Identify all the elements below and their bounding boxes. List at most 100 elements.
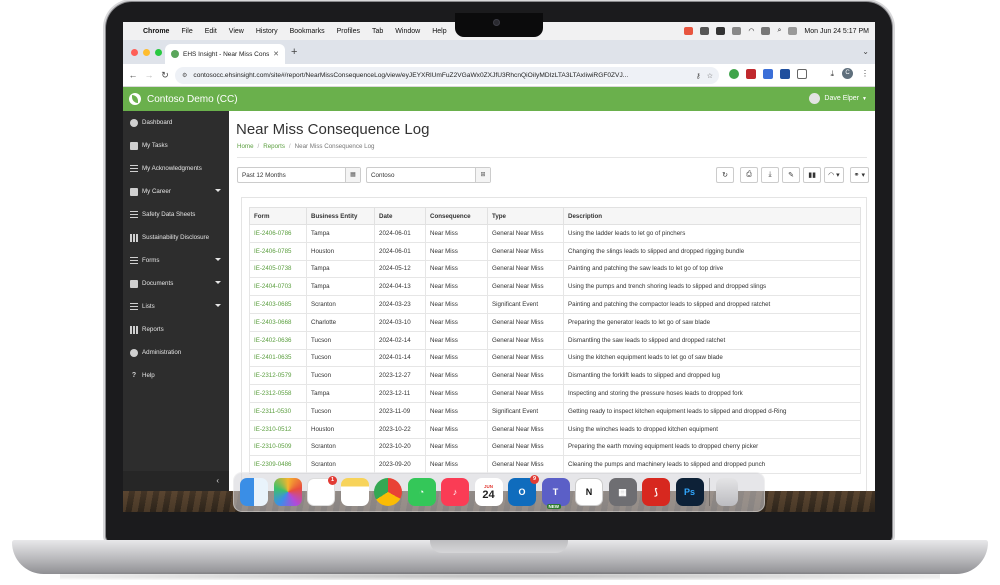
cell-form-link[interactable]: IE-2403-0668 <box>249 312 307 332</box>
business-entity-filter[interactable]: Contoso ⊞ <box>366 167 491 183</box>
reload-icon[interactable]: ↻ <box>159 70 171 81</box>
new-tab-icon[interactable]: + <box>291 46 297 58</box>
status-app-icon[interactable] <box>684 27 694 35</box>
table-row[interactable]: IE-2311-0530 Tucson 2023-11-09 Near Miss Sig… <box>249 401 861 421</box>
sidebar-item-reports[interactable]: Reports <box>123 318 229 341</box>
refresh-button[interactable]: ↻ <box>716 167 735 183</box>
table-row[interactable]: IE-2312-0558 Tampa 2023-12-11 Near Miss Gene… <box>249 384 861 403</box>
zoom-window-icon[interactable] <box>155 49 162 56</box>
print-button[interactable]: ⎙ <box>740 167 759 183</box>
status-app-icon[interactable] <box>732 27 742 35</box>
menu-profiles[interactable]: Profiles <box>337 28 360 35</box>
menu-tab[interactable]: Tab <box>372 28 383 35</box>
status-app-icon[interactable] <box>700 27 710 35</box>
sidebar-item-documents[interactable]: Documents <box>123 272 229 295</box>
minimize-window-icon[interactable] <box>143 49 150 56</box>
password-key-icon[interactable]: ⚷ <box>696 72 701 80</box>
close-tab-icon[interactable]: ✕ <box>273 50 279 58</box>
menu-history[interactable]: History <box>256 28 278 35</box>
table-row[interactable]: IE-2403-0685 Scranton 2024-03-23 Near Miss S… <box>249 295 861 314</box>
table-row[interactable]: IE-2406-0785 Houston 2024-06-01 Near Miss Ge… <box>249 241 861 261</box>
column-header-description[interactable]: Description <box>563 207 861 225</box>
music-icon[interactable]: ♪ <box>441 478 469 506</box>
brand-name[interactable]: Contoso Demo (CC) <box>147 94 238 105</box>
calendar-icon[interactable]: JUN 24 <box>474 478 503 506</box>
menubar-clock[interactable]: Mon Jun 24 5:17 PM <box>804 28 869 35</box>
bookmark-star-icon[interactable]: ☆ <box>707 72 713 80</box>
chrome-icon[interactable] <box>374 478 402 506</box>
table-row[interactable]: IE-2401-0635 Tucson 2024-01-14 Near Miss Gen… <box>249 348 861 368</box>
link-button[interactable]: ⚭ ▾ <box>849 167 869 183</box>
cell-form-link[interactable]: IE-2310-0512 <box>249 419 307 439</box>
cell-form-link[interactable]: IE-2312-0558 <box>249 384 307 403</box>
cell-form-link[interactable]: IE-2312-0579 <box>249 366 307 386</box>
table-row[interactable]: IE-2406-0786 Tampa 2024-06-01 Near Miss Gene… <box>249 224 861 243</box>
sidebar-item-sustainability-disclosure[interactable]: Sustainability Disclosure <box>123 226 229 249</box>
menu-app-name[interactable]: Chrome <box>143 28 169 35</box>
table-row[interactable]: IE-2403-0668 Charlotte 2024-03-10 Near Miss… <box>249 312 861 332</box>
menu-file[interactable]: File <box>181 28 192 35</box>
forward-icon[interactable]: → <box>143 70 155 80</box>
breadcrumb-home[interactable]: Home <box>237 143 254 150</box>
tab-search-icon[interactable]: ⌄ <box>862 47 869 56</box>
cell-form-link[interactable]: IE-2405-0738 <box>249 259 307 279</box>
date-range-filter[interactable]: Past 12 Months ▦ <box>237 167 361 183</box>
calendar-icon[interactable]: ▦ <box>345 168 360 182</box>
extension-icon[interactable] <box>780 69 790 79</box>
cell-form-link[interactable]: IE-2406-0785 <box>249 241 307 261</box>
column-header-date[interactable]: Date <box>374 207 426 225</box>
column-header-form[interactable]: Form <box>249 207 307 225</box>
table-row[interactable]: IE-2405-0738 Tampa 2024-05-12 Near Miss Gene… <box>249 259 861 279</box>
cell-form-link[interactable]: IE-2310-0509 <box>249 437 307 457</box>
sidebar-item-forms[interactable]: Forms <box>123 249 229 272</box>
extension-icon[interactable] <box>729 69 739 79</box>
cell-form-link[interactable]: IE-2311-0530 <box>249 401 307 421</box>
export-button[interactable]: ⤓ <box>761 167 780 183</box>
chart-button[interactable]: ▮▮ <box>803 167 822 183</box>
notion-icon[interactable]: N <box>575 478 603 506</box>
cell-form-link[interactable]: IE-2406-0786 <box>249 224 307 243</box>
site-info-icon[interactable]: ⚙ <box>182 72 187 79</box>
notes-icon[interactable] <box>340 478 369 506</box>
hierarchy-icon[interactable]: ⊞ <box>475 168 490 182</box>
search-icon[interactable]: ⌕ <box>777 27 781 35</box>
breadcrumb-reports[interactable]: Reports <box>263 143 285 150</box>
column-header-consequence[interactable]: Consequence <box>425 207 488 225</box>
acrobat-icon[interactable]: ⟆ <box>642 478 670 506</box>
sidebar-item-my-tasks[interactable]: My Tasks <box>123 134 229 157</box>
sidebar-item-safety-data-sheets[interactable]: Safety Data Sheets <box>123 203 229 226</box>
table-row[interactable]: IE-2309-0486 Scranton 2023-09-20 Near Miss G… <box>249 455 861 475</box>
chrome-menu-icon[interactable]: ⋮ <box>861 69 869 78</box>
table-row[interactable]: IE-2404-0703 Tampa 2024-04-13 Near Miss Gene… <box>249 277 861 297</box>
extension-icon[interactable] <box>763 69 773 79</box>
table-row[interactable]: IE-2402-0636 Tucson 2024-02-14 Near Miss Gen… <box>249 330 861 350</box>
browser-tab[interactable]: EHS Insight - Near Miss Conse ✕ <box>165 44 285 64</box>
siri-icon[interactable] <box>788 27 798 35</box>
sidebar-item-help[interactable]: ? Help <box>123 364 229 387</box>
sidebar-item-my-career[interactable]: My Career <box>123 180 229 203</box>
edit-button[interactable]: ✎ <box>782 167 801 183</box>
cell-form-link[interactable]: IE-2401-0635 <box>249 348 307 368</box>
table-row[interactable]: IE-2310-0509 Scranton 2023-10-20 Near Miss G… <box>249 437 861 457</box>
messages-icon[interactable]: ◔ <box>407 478 436 506</box>
menu-window[interactable]: Window <box>395 28 420 35</box>
menu-view[interactable]: View <box>229 28 244 35</box>
finder-icon[interactable] <box>240 478 268 506</box>
acrobat-extension-icon[interactable] <box>746 69 756 79</box>
menu-bookmarks[interactable]: Bookmarks <box>290 28 325 35</box>
address-bar[interactable]: ⚙ contosocc.ehsinsight.com/site#/report/… <box>175 67 719 84</box>
table-row[interactable]: IE-2312-0579 Tucson 2023-12-27 Near Miss Gen… <box>249 366 861 386</box>
photos-icon[interactable] <box>273 478 302 506</box>
notion-status-icon[interactable] <box>716 27 726 35</box>
teams-icon[interactable]: T NEW <box>541 478 570 509</box>
user-menu[interactable]: Dave Elper ▼ <box>809 93 867 104</box>
sidebar-item-dashboard[interactable]: Dashboard <box>123 111 229 134</box>
back-icon[interactable]: ← <box>127 70 139 80</box>
cell-form-link[interactable]: IE-2402-0636 <box>249 330 307 350</box>
sidebar-item-my-acknowledgments[interactable]: My Acknowledgments <box>123 157 229 180</box>
wifi-icon[interactable]: ◠ <box>748 27 754 35</box>
cell-form-link[interactable]: IE-2403-0685 <box>249 295 307 314</box>
menu-help[interactable]: Help <box>432 28 446 35</box>
cell-form-link[interactable]: IE-2404-0703 <box>249 277 307 297</box>
profile-avatar-icon[interactable]: C <box>842 68 853 79</box>
